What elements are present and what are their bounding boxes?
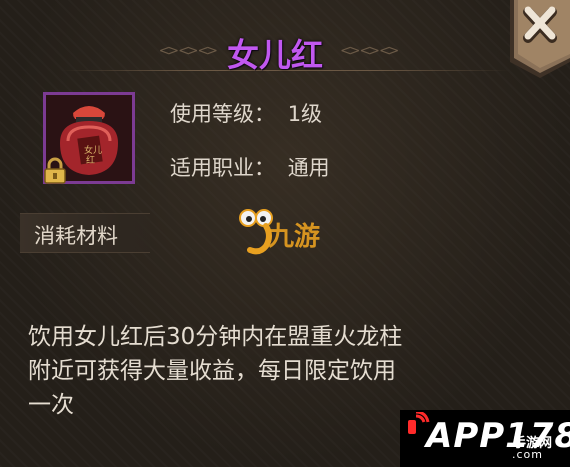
item-name: 女儿红 bbox=[226, 36, 323, 74]
level-label: 使用等级： bbox=[170, 102, 275, 126]
class-row: 适用职业： 通用 bbox=[170, 152, 330, 182]
class-label: 适用职业： bbox=[170, 156, 275, 180]
class-value: 通用 bbox=[287, 156, 330, 180]
svg-text:红: 红 bbox=[86, 154, 95, 166]
title-ornament-right: <> <> <> bbox=[340, 43, 399, 59]
level-value: 1级 bbox=[287, 102, 323, 126]
app178-watermark: APP178 手游网 .com bbox=[400, 410, 570, 467]
level-row: 使用等级： 1级 bbox=[170, 98, 322, 128]
lock-icon bbox=[42, 157, 68, 185]
close-button[interactable] bbox=[508, 0, 570, 78]
category-label: 消耗材料 bbox=[34, 224, 118, 248]
svg-text:女儿: 女儿 bbox=[84, 144, 102, 156]
description-line: 附近可获得大量收益，每日限定饮用 bbox=[28, 358, 396, 384]
description-line: 饮用女儿红后30分钟内在盟重火龙柱 bbox=[28, 324, 403, 350]
site-watermark-text: 九游 bbox=[268, 222, 321, 252]
app178-logo-domain: .com bbox=[512, 448, 543, 461]
category-tag: 消耗材料 bbox=[20, 213, 150, 253]
item-description: 饮用女儿红后30分钟内在盟重火龙柱 附近可获得大量收益，每日限定饮用 一次 bbox=[28, 320, 528, 422]
close-icon bbox=[510, 0, 570, 78]
item-tooltip-panel: <> <> <> <> <> <> 女儿红 女儿 红 使用等级： 1级 适用职业… bbox=[0, 0, 570, 467]
